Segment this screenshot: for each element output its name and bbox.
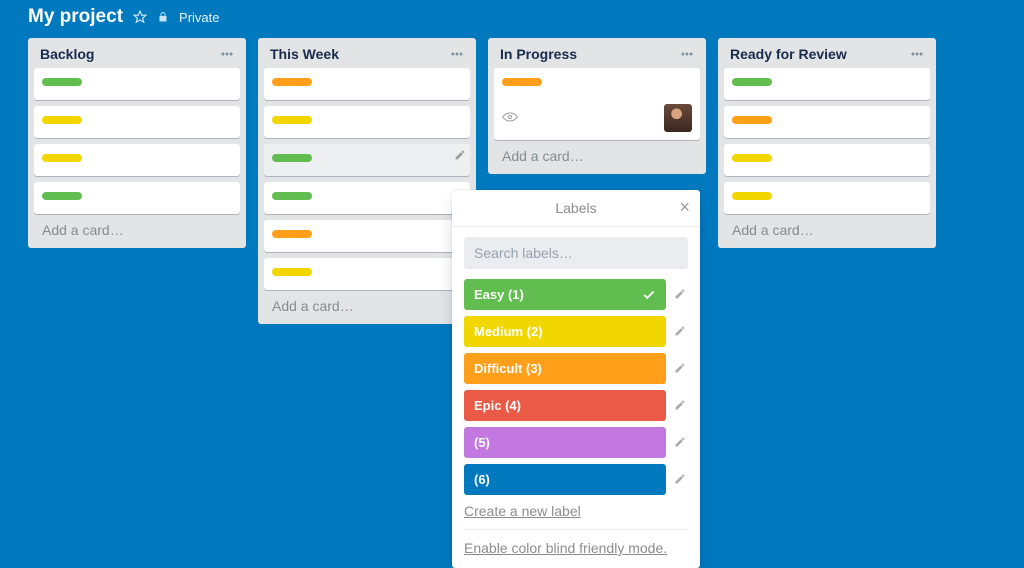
card[interactable]: [264, 144, 470, 176]
card[interactable]: [34, 68, 240, 100]
list-title[interactable]: Backlog: [40, 46, 94, 62]
board-title[interactable]: My project: [28, 6, 123, 28]
colorblind-mode-link[interactable]: Enable color blind friendly mode.: [464, 529, 688, 556]
card[interactable]: [34, 106, 240, 138]
list-title[interactable]: In Progress: [500, 46, 577, 62]
list: This Week Add a card…: [258, 38, 476, 324]
label-name: Difficult (3): [474, 361, 542, 376]
card[interactable]: [264, 182, 470, 214]
label-edit-icon[interactable]: [672, 398, 688, 414]
list-menu-icon[interactable]: [680, 47, 694, 61]
card-label-chip: [732, 78, 772, 86]
card[interactable]: [264, 220, 470, 252]
card[interactable]: [264, 258, 470, 290]
card-badges: [502, 104, 692, 132]
label-name: (5): [474, 435, 490, 450]
label-option[interactable]: (6): [464, 464, 666, 495]
check-icon: [642, 288, 656, 302]
card-label-chip: [272, 78, 312, 86]
label-edit-icon[interactable]: [672, 361, 688, 377]
card[interactable]: [494, 68, 700, 140]
eye-icon: [502, 109, 518, 127]
label-edit-icon[interactable]: [672, 472, 688, 488]
card[interactable]: [264, 68, 470, 100]
label-row: (6): [464, 464, 688, 495]
board-header: My project Private: [0, 0, 1024, 38]
create-label-link[interactable]: Create a new label: [464, 495, 688, 519]
label-option[interactable]: Epic (4): [464, 390, 666, 421]
card-label-chip: [732, 116, 772, 124]
popover-title: Labels: [555, 200, 596, 216]
list-header: Ready for Review: [724, 44, 930, 68]
list-title[interactable]: Ready for Review: [730, 46, 847, 62]
list: In Progress Add a card…: [488, 38, 706, 174]
cards-container: [34, 68, 240, 214]
card[interactable]: [724, 182, 930, 214]
card-label-chip: [272, 116, 312, 124]
list-menu-icon[interactable]: [910, 47, 924, 61]
card[interactable]: [724, 106, 930, 138]
add-card-button[interactable]: Add a card…: [264, 290, 470, 316]
labels-popover: Labels × Easy (1) Medium (2) Difficult (3)…: [452, 190, 700, 568]
add-card-button[interactable]: Add a card…: [724, 214, 930, 240]
label-edit-icon[interactable]: [672, 287, 688, 303]
label-name: (6): [474, 472, 490, 487]
label-row: Medium (2): [464, 316, 688, 347]
card-label-chip: [42, 78, 82, 86]
label-name: Epic (4): [474, 398, 521, 413]
list: Backlog Add a card…: [28, 38, 246, 248]
list-menu-icon[interactable]: [450, 47, 464, 61]
add-card-button[interactable]: Add a card…: [34, 214, 240, 240]
card[interactable]: [724, 68, 930, 100]
card[interactable]: [34, 144, 240, 176]
popover-header: Labels ×: [452, 190, 700, 227]
card-label-chip: [42, 192, 82, 200]
card-label-chip: [272, 268, 312, 276]
label-row: Epic (4): [464, 390, 688, 421]
label-row: Easy (1): [464, 279, 688, 310]
card[interactable]: [264, 106, 470, 138]
label-option[interactable]: Easy (1): [464, 279, 666, 310]
label-option[interactable]: Medium (2): [464, 316, 666, 347]
star-icon[interactable]: [133, 10, 147, 24]
label-edit-icon[interactable]: [672, 324, 688, 340]
card-label-chip: [732, 154, 772, 162]
close-icon[interactable]: ×: [679, 198, 690, 216]
card-label-chip: [732, 192, 772, 200]
label-row: Difficult (3): [464, 353, 688, 384]
cards-container: [494, 68, 700, 140]
add-card-button[interactable]: Add a card…: [494, 140, 700, 166]
labels-search-input[interactable]: [464, 237, 688, 269]
label-option[interactable]: Difficult (3): [464, 353, 666, 384]
lock-icon: [157, 11, 169, 23]
card-label-chip: [42, 116, 82, 124]
label-name: Easy (1): [474, 287, 524, 302]
label-row: (5): [464, 427, 688, 458]
list: Ready for Review Add a card…: [718, 38, 936, 248]
card-label-chip: [502, 78, 542, 86]
label-edit-icon[interactable]: [672, 435, 688, 451]
card-label-chip: [42, 154, 82, 162]
label-option[interactable]: (5): [464, 427, 666, 458]
card[interactable]: [724, 144, 930, 176]
list-header: In Progress: [494, 44, 700, 68]
list-header: Backlog: [34, 44, 240, 68]
list-menu-icon[interactable]: [220, 47, 234, 61]
list-title[interactable]: This Week: [270, 46, 339, 62]
card-label-chip: [272, 192, 312, 200]
pencil-icon[interactable]: [454, 148, 466, 166]
privacy-label[interactable]: Private: [179, 10, 219, 25]
label-name: Medium (2): [474, 324, 543, 339]
cards-container: [264, 68, 470, 290]
list-header: This Week: [264, 44, 470, 68]
card-label-chip: [272, 154, 312, 162]
cards-container: [724, 68, 930, 214]
card[interactable]: [34, 182, 240, 214]
member-avatar[interactable]: [664, 104, 692, 132]
card-label-chip: [272, 230, 312, 238]
